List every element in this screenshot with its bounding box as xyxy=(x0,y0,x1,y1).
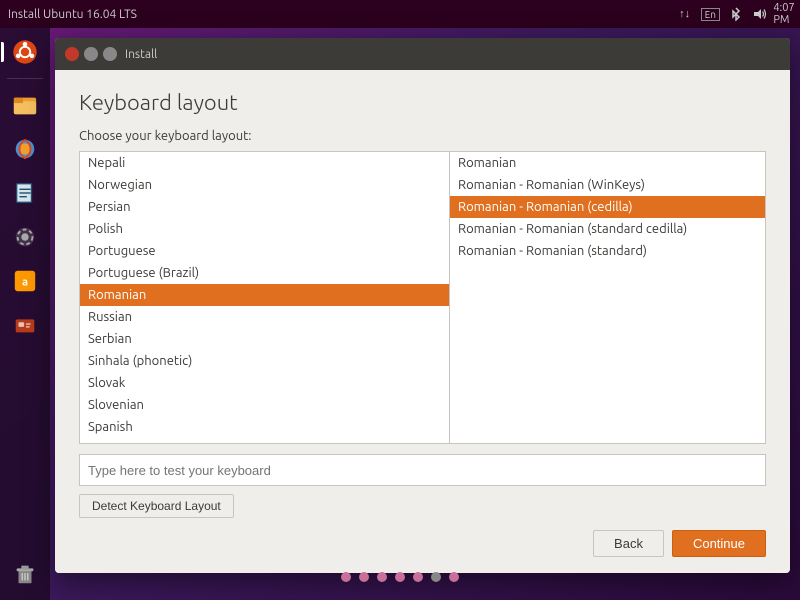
topbar: Install Ubuntu 16.04 LTS ↑↓ En 4:07 PM xyxy=(0,0,800,28)
layout-label: Choose your keyboard layout: xyxy=(79,129,766,143)
list-item-romanian-cedilla[interactable]: Romanian - Romanian (cedilla) xyxy=(450,196,765,218)
variant-list-panel[interactable]: Romanian Romanian - Romanian (WinKeys) R… xyxy=(450,152,765,443)
topbar-title: Install Ubuntu 16.04 LTS xyxy=(8,8,137,21)
progress-dots xyxy=(0,562,800,592)
launcher-settings[interactable] xyxy=(5,217,45,257)
detect-keyboard-layout-button[interactable]: Detect Keyboard Layout xyxy=(79,494,234,518)
topbar-right: ↑↓ En 4:07 PM xyxy=(677,6,792,22)
list-item[interactable]: Nepali xyxy=(80,152,449,174)
progress-dot-7 xyxy=(449,572,459,582)
sort-icon: ↑↓ xyxy=(677,6,693,22)
list-item[interactable]: Sinhala (phonetic) xyxy=(80,350,449,372)
keyboard-test-row xyxy=(79,454,766,486)
list-item-romanian-standard-cedilla[interactable]: Romanian - Romanian (standard cedilla) xyxy=(450,218,765,240)
back-button[interactable]: Back xyxy=(593,530,664,557)
progress-dot-5 xyxy=(413,572,423,582)
svg-text:a: a xyxy=(22,277,28,289)
bluetooth-icon xyxy=(728,6,744,22)
launcher: a xyxy=(0,28,50,600)
page-title: Keyboard layout xyxy=(79,90,766,115)
detect-button-row: Detect Keyboard Layout xyxy=(79,486,766,518)
progress-dot-4 xyxy=(395,572,405,582)
maximize-button[interactable] xyxy=(103,47,117,61)
window-controls xyxy=(65,47,117,61)
close-button[interactable] xyxy=(65,47,79,61)
list-item-romanian-default[interactable]: Romanian xyxy=(450,152,765,174)
list-item[interactable]: Serbian xyxy=(80,328,449,350)
keyboard-layout-indicator[interactable]: En xyxy=(701,8,720,21)
launcher-system-tool[interactable] xyxy=(5,305,45,345)
time-display: 4:07 PM xyxy=(776,6,792,22)
progress-dot-1 xyxy=(341,572,351,582)
window-body: Keyboard layout Choose your keyboard lay… xyxy=(55,70,790,573)
list-item-romanian-standard[interactable]: Romanian - Romanian (standard) xyxy=(450,240,765,262)
launcher-divider-1 xyxy=(7,78,43,79)
topbar-left: Install Ubuntu 16.04 LTS xyxy=(8,8,137,21)
keyboard-test-input[interactable] xyxy=(79,454,766,486)
progress-dot-2 xyxy=(359,572,369,582)
list-item[interactable]: Spanish xyxy=(80,416,449,438)
list-item[interactable]: Russian xyxy=(80,306,449,328)
list-item[interactable]: Slovak xyxy=(80,372,449,394)
list-item-romanian-winkeys[interactable]: Romanian - Romanian (WinKeys) xyxy=(450,174,765,196)
list-item[interactable]: Polish xyxy=(80,218,449,240)
launcher-amazon[interactable]: a xyxy=(5,261,45,301)
install-window: Install Keyboard layout Choose your keyb… xyxy=(55,38,790,573)
list-item[interactable]: Norwegian xyxy=(80,174,449,196)
launcher-libreoffice[interactable] xyxy=(5,173,45,213)
volume-icon xyxy=(752,6,768,22)
window-title: Install xyxy=(125,48,157,61)
launcher-firefox[interactable] xyxy=(5,129,45,169)
list-item[interactable]: Portuguese (Brazil) xyxy=(80,262,449,284)
list-item[interactable]: Slovenian xyxy=(80,394,449,416)
progress-dot-3 xyxy=(377,572,387,582)
continue-button[interactable]: Continue xyxy=(672,530,766,557)
list-item[interactable]: Persian xyxy=(80,196,449,218)
window-titlebar: Install xyxy=(55,38,790,70)
launcher-files[interactable] xyxy=(5,85,45,125)
language-list-panel[interactable]: Nepali Norwegian Persian Polish Portugue… xyxy=(80,152,450,443)
desktop: a xyxy=(0,28,800,600)
progress-dot-6 xyxy=(431,572,441,582)
minimize-button[interactable] xyxy=(84,47,98,61)
launcher-ubuntu[interactable] xyxy=(5,32,45,72)
list-item[interactable]: Portuguese xyxy=(80,240,449,262)
keyboard-layout-panels: Nepali Norwegian Persian Polish Portugue… xyxy=(79,151,766,444)
navigation-row: Back Continue xyxy=(79,530,766,557)
list-item-romanian[interactable]: Romanian xyxy=(80,284,449,306)
